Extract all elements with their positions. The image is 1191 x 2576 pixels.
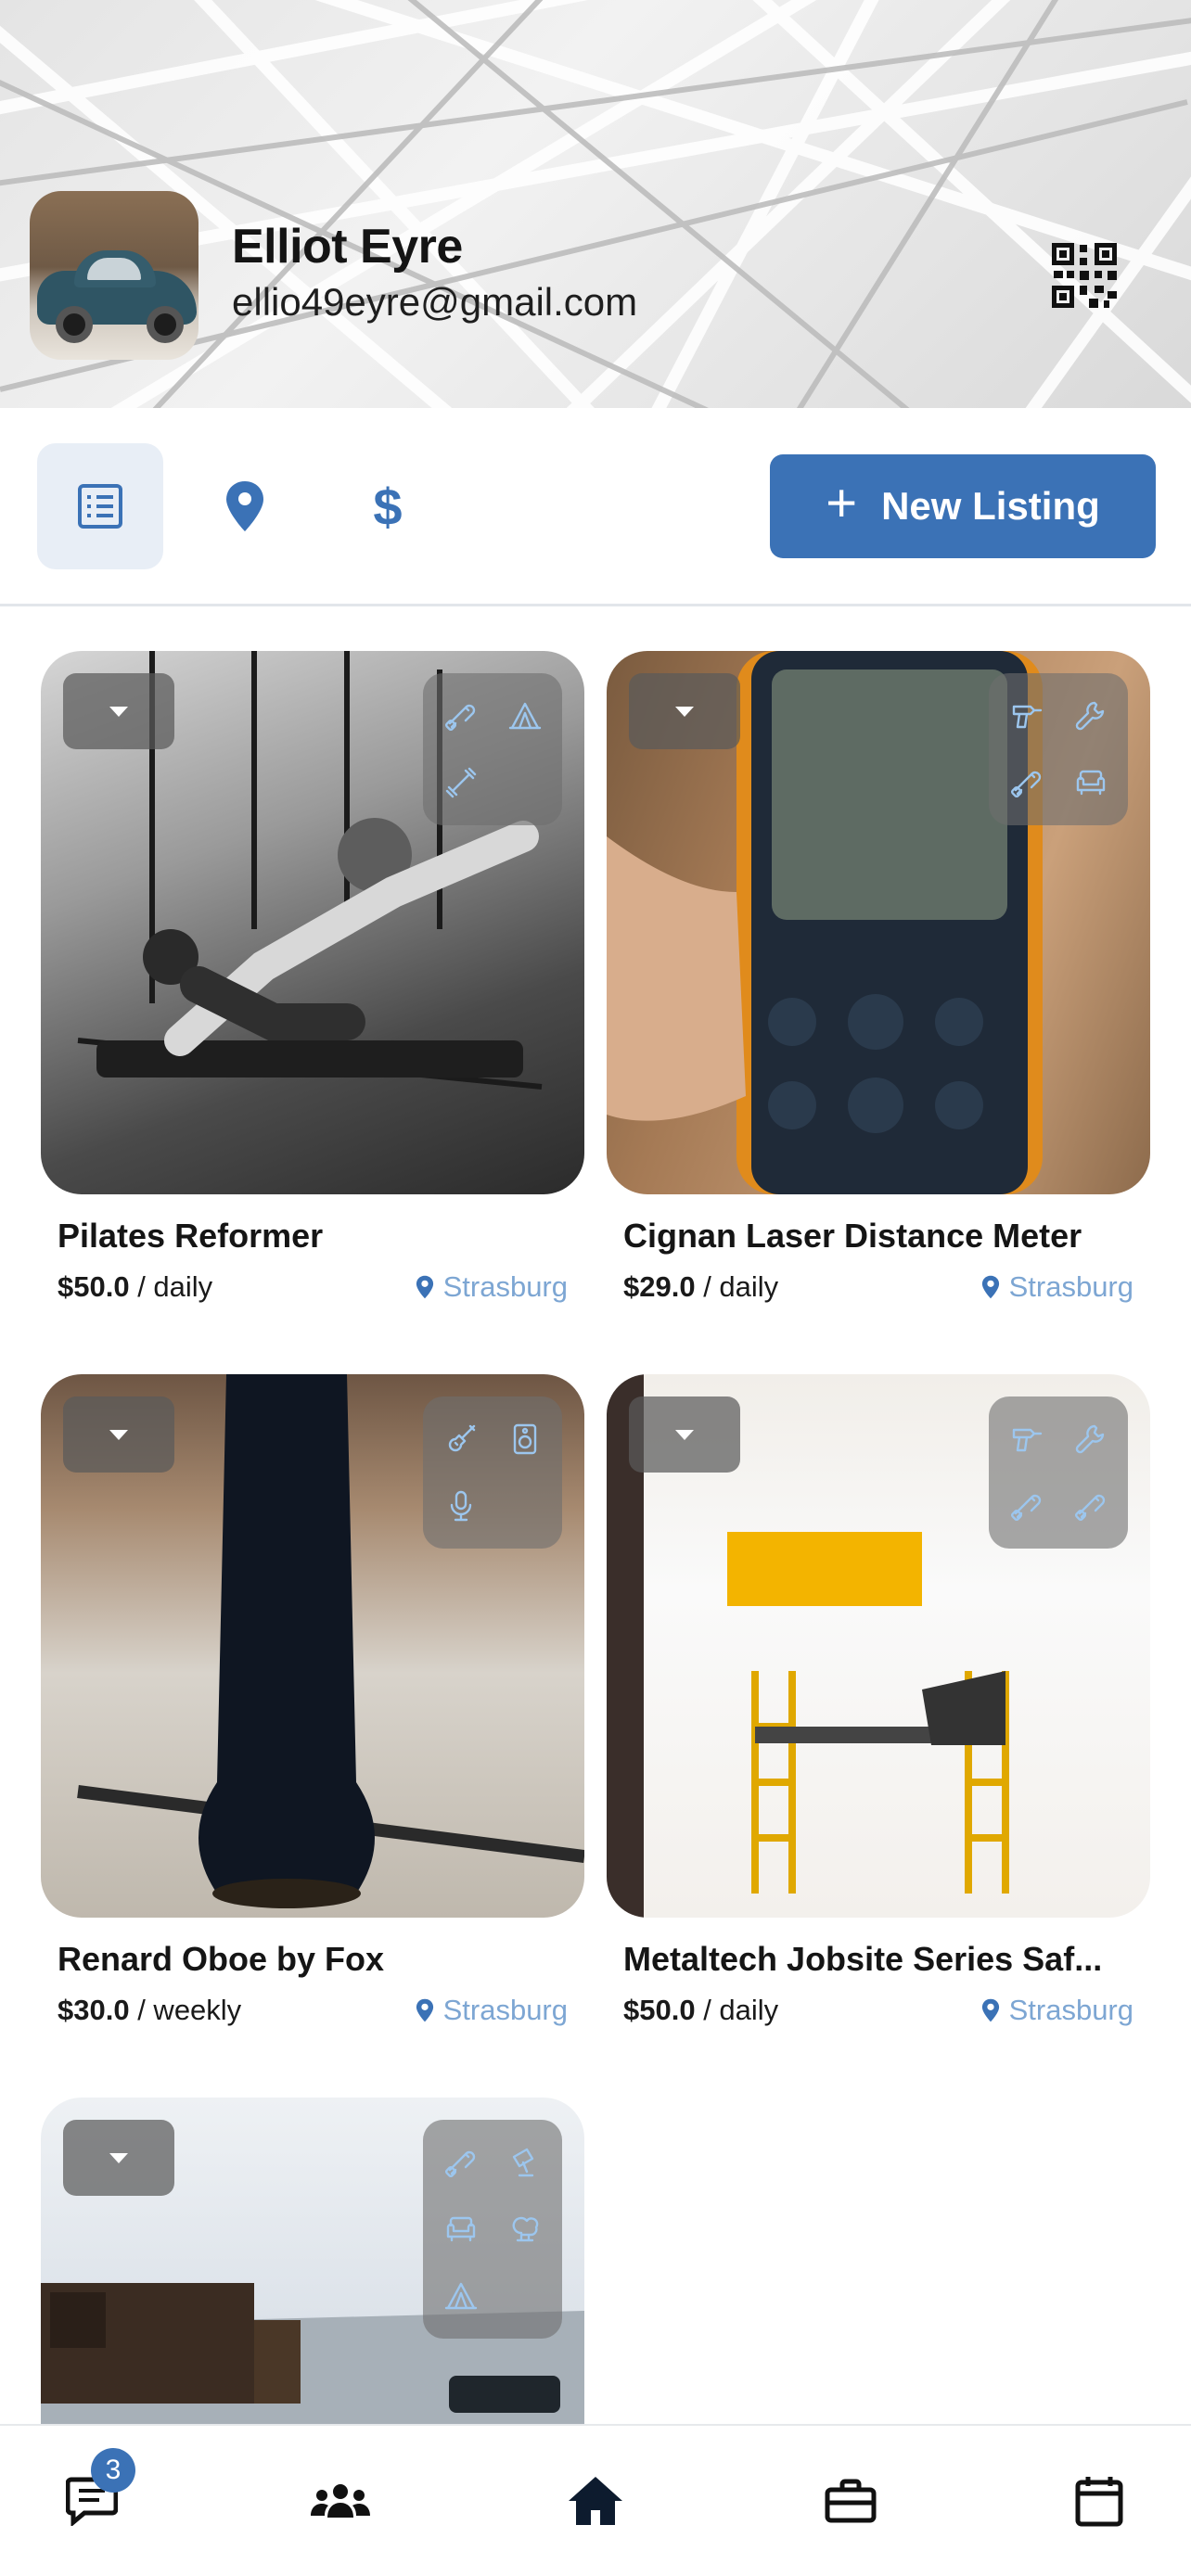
nav-tools[interactable] bbox=[809, 2459, 892, 2543]
drill-icon bbox=[1010, 1422, 1044, 1456]
messages-badge: 3 bbox=[91, 2448, 135, 2493]
listing-price: $50.0 bbox=[58, 1270, 130, 1303]
listing-image[interactable] bbox=[41, 651, 584, 1194]
listing-price-row: $50.0 / daily Strasburg bbox=[623, 1994, 1133, 2027]
microphone-icon bbox=[444, 1489, 478, 1523]
listing-image[interactable] bbox=[41, 1374, 584, 1918]
tab-price-view[interactable]: $ bbox=[325, 443, 451, 569]
list-icon bbox=[78, 484, 122, 529]
new-listing-button[interactable]: + New Listing bbox=[770, 454, 1156, 558]
listing-card[interactable]: Metaltech Jobsite Series Saf... $50.0 / … bbox=[607, 1374, 1150, 2026]
map-pin-icon bbox=[226, 481, 263, 531]
category-badges bbox=[423, 673, 562, 825]
listing-card[interactable]: Renard Oboe by Fox $30.0 / weekly Strasb… bbox=[41, 1374, 584, 2026]
listing-title[interactable]: Cignan Laser Distance Meter bbox=[623, 1217, 1082, 1256]
couch-icon bbox=[1074, 766, 1108, 799]
lamp-icon bbox=[508, 2146, 542, 2179]
tree-icon bbox=[508, 2213, 542, 2246]
paint-roller-icon bbox=[1010, 766, 1044, 799]
listing-toolbar: $ + New Listing bbox=[0, 408, 1191, 606]
listing-card[interactable]: Pilates Reformer $50.0 / daily Strasburg bbox=[41, 651, 584, 1303]
listing-price-row: $50.0 / daily Strasburg bbox=[58, 1270, 568, 1304]
users-icon bbox=[311, 2484, 370, 2518]
category-badges bbox=[989, 1396, 1128, 1549]
home-icon bbox=[569, 2477, 622, 2525]
listing-title[interactable]: Metaltech Jobsite Series Saf... bbox=[623, 1940, 1102, 1979]
new-listing-label: New Listing bbox=[881, 484, 1100, 528]
map-pin-icon bbox=[416, 1998, 433, 2022]
speaker-icon bbox=[508, 1422, 542, 1456]
listing-period: / daily bbox=[703, 1994, 779, 2026]
listing-menu-dropdown[interactable] bbox=[63, 673, 174, 749]
paint-roller-icon bbox=[444, 2146, 478, 2179]
listing-price: $50.0 bbox=[623, 1994, 696, 2026]
couch-icon bbox=[444, 2213, 478, 2246]
category-badges bbox=[423, 1396, 562, 1549]
listing-period: / weekly bbox=[137, 1994, 242, 2026]
drill-icon bbox=[1010, 699, 1044, 733]
avatar[interactable] bbox=[30, 191, 198, 360]
calendar-icon bbox=[1075, 2477, 1123, 2527]
location-label: Strasburg bbox=[1008, 1994, 1133, 2026]
listing-location: Strasburg bbox=[981, 1994, 1133, 2027]
briefcase-icon bbox=[825, 2479, 877, 2523]
listing-menu-dropdown[interactable] bbox=[629, 1396, 740, 1473]
listing-period: / daily bbox=[137, 1270, 213, 1303]
car-wheel bbox=[56, 306, 93, 343]
location-label: Strasburg bbox=[1008, 1270, 1133, 1303]
listing-menu-dropdown[interactable] bbox=[63, 2120, 174, 2196]
tent-icon bbox=[508, 699, 542, 733]
map-pin-icon bbox=[416, 1275, 433, 1299]
nav-community[interactable] bbox=[299, 2459, 382, 2543]
qr-code-icon[interactable] bbox=[1052, 243, 1117, 308]
tab-list-view[interactable] bbox=[37, 443, 163, 569]
paint-roller-icon bbox=[1010, 1489, 1044, 1523]
car-window bbox=[87, 258, 141, 280]
dollar-icon: $ bbox=[373, 478, 402, 534]
listing-menu-dropdown[interactable] bbox=[63, 1396, 174, 1473]
bottom-navigation: 3 bbox=[0, 2424, 1191, 2576]
listing-price: $29.0 bbox=[623, 1270, 696, 1303]
profile-name: Elliot Eyre bbox=[232, 220, 463, 274]
wrench-icon bbox=[1074, 1422, 1108, 1456]
category-badges bbox=[989, 673, 1128, 825]
location-label: Strasburg bbox=[442, 1270, 568, 1303]
listing-price: $30.0 bbox=[58, 1994, 130, 2026]
map-pin-icon bbox=[981, 1275, 999, 1299]
listing-menu-dropdown[interactable] bbox=[629, 673, 740, 749]
listing-title[interactable]: Renard Oboe by Fox bbox=[58, 1940, 384, 1979]
map-pin-icon bbox=[981, 1998, 999, 2022]
listing-price-row: $29.0 / daily Strasburg bbox=[623, 1270, 1133, 1304]
tab-map-view[interactable] bbox=[182, 443, 308, 569]
svg-text:$: $ bbox=[373, 478, 402, 534]
listing-image[interactable] bbox=[607, 651, 1150, 1194]
listing-location: Strasburg bbox=[416, 1270, 568, 1304]
listing-image[interactable] bbox=[607, 1374, 1150, 1918]
dumbbell-icon bbox=[444, 766, 478, 799]
guitar-icon bbox=[444, 1422, 478, 1456]
category-badges bbox=[423, 2120, 562, 2339]
plus-icon: + bbox=[826, 473, 858, 533]
tent-icon bbox=[444, 2279, 478, 2313]
paint-roller-icon bbox=[444, 699, 478, 733]
wrench-icon bbox=[1074, 699, 1108, 733]
nav-home[interactable] bbox=[554, 2459, 637, 2543]
location-label: Strasburg bbox=[442, 1994, 568, 2026]
listing-card[interactable]: Cignan Laser Distance Meter $29.0 / dail… bbox=[607, 651, 1150, 1303]
profile-header: Elliot Eyre ellio49eyre@gmail.com bbox=[0, 0, 1191, 408]
paint-roller-icon bbox=[1074, 1489, 1108, 1523]
listing-period: / daily bbox=[703, 1270, 779, 1303]
listing-price-row: $30.0 / weekly Strasburg bbox=[58, 1994, 568, 2027]
nav-calendar[interactable] bbox=[1057, 2459, 1141, 2543]
profile-email: ellio49eyre@gmail.com bbox=[232, 280, 638, 324]
listing-location: Strasburg bbox=[981, 1270, 1133, 1304]
listing-title[interactable]: Pilates Reformer bbox=[58, 1217, 323, 1256]
listing-location: Strasburg bbox=[416, 1994, 568, 2027]
car-wheel bbox=[147, 306, 184, 343]
